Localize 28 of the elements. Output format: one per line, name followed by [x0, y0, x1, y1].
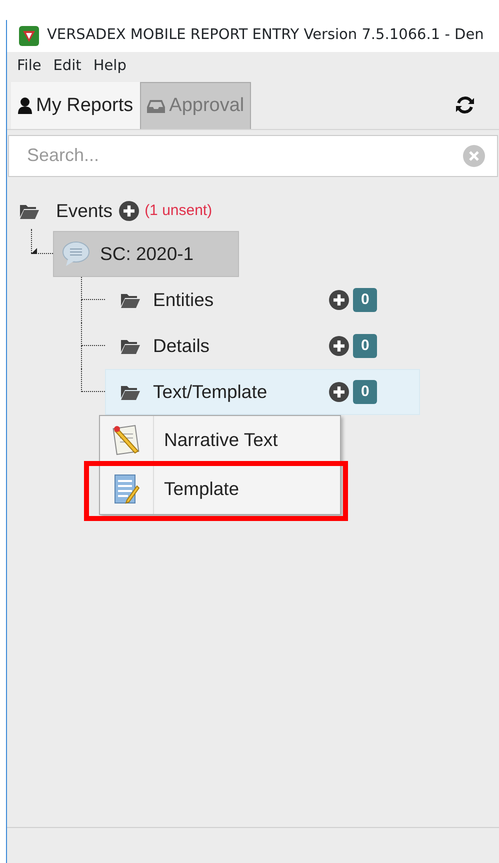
menu-item[interactable]: Narrative Text [100, 416, 340, 465]
menu-item[interactable]: Edit [49, 56, 86, 78]
count-badge: 0 [353, 380, 378, 404]
menu-item[interactable]: File [13, 56, 46, 78]
tree-node[interactable]: Text/Template 0 [105, 368, 420, 415]
tree-node[interactable]: Events [56, 196, 113, 225]
tree-node[interactable]: Entities 0 [105, 276, 420, 323]
menu-item[interactable]: Help [89, 56, 130, 78]
form-pencil-icon [112, 473, 142, 506]
refresh-icon[interactable] [455, 95, 475, 116]
tab[interactable]: My Reports [11, 82, 140, 129]
notepad-pencil-icon [112, 424, 142, 456]
add-icon[interactable] [329, 382, 349, 402]
add-icon[interactable] [329, 290, 349, 310]
speech-bubble-icon [62, 240, 90, 267]
tree-node[interactable]: Details 0 [105, 322, 420, 369]
unsent-count: (1 unsent) [144, 200, 212, 220]
menu-item[interactable]: Template [100, 464, 340, 514]
count-badge: 0 [353, 334, 378, 358]
window-title: VERSADEX MOBILE REPORT ENTRY Version 7.5.1066.1 - Den [47, 26, 484, 46]
inbox-icon [147, 98, 166, 113]
count-badge: 0 [353, 288, 378, 312]
user-icon [18, 97, 32, 114]
search-field[interactable]: Search... [8, 134, 498, 177]
app-logo-icon [19, 26, 39, 46]
add-icon [118, 200, 139, 221]
report-node[interactable]: SC: 2020-1 [53, 230, 239, 277]
add-icon[interactable] [329, 336, 349, 356]
